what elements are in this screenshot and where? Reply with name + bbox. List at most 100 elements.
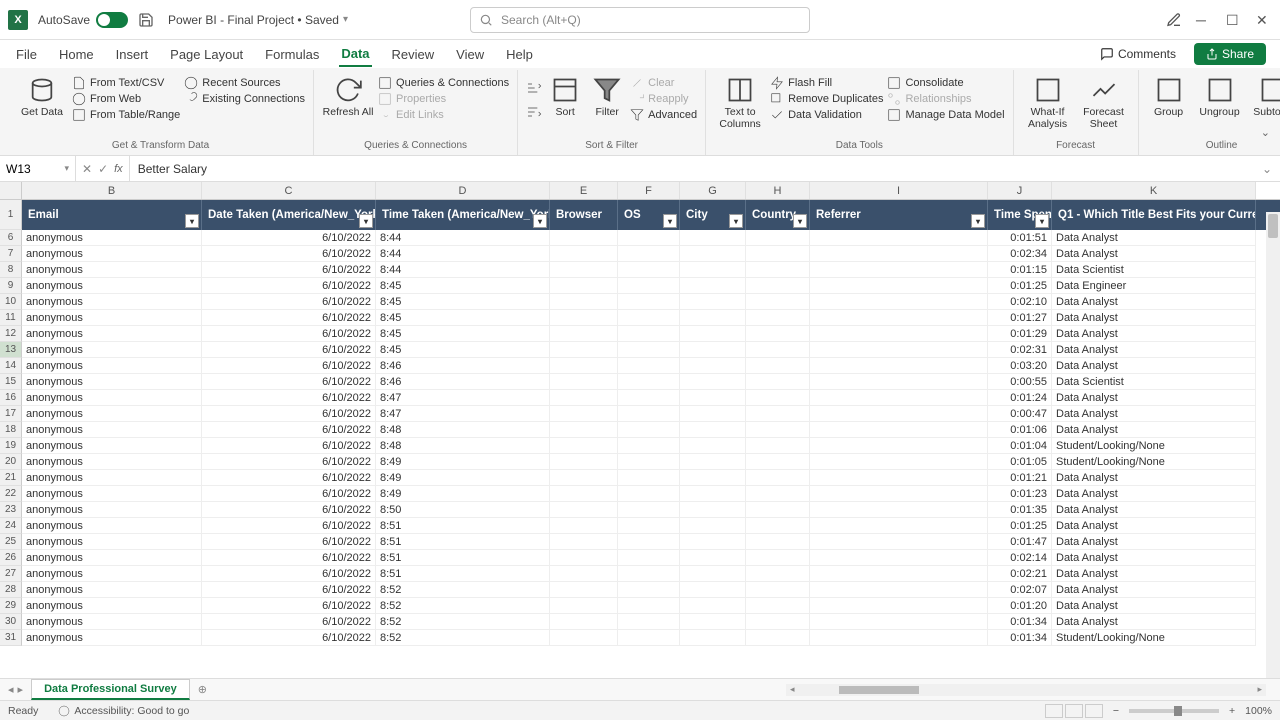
- recent-sources-button[interactable]: Recent Sources: [184, 76, 305, 90]
- cell-date[interactable]: 6/10/2022: [202, 278, 376, 294]
- cell-country[interactable]: [746, 582, 810, 598]
- cell-city[interactable]: [680, 406, 746, 422]
- cell-time[interactable]: 8:47: [376, 406, 550, 422]
- cell-referrer[interactable]: [810, 358, 988, 374]
- cell-browser[interactable]: [550, 374, 618, 390]
- cell-time[interactable]: 8:50: [376, 502, 550, 518]
- cell-city[interactable]: [680, 278, 746, 294]
- cell-referrer[interactable]: [810, 390, 988, 406]
- cell-time-spent[interactable]: 0:01:04: [988, 438, 1052, 454]
- doc-title-dropdown-icon[interactable]: ▾: [343, 14, 348, 25]
- cell-browser[interactable]: [550, 534, 618, 550]
- table-row[interactable]: 9anonymous6/10/20228:450:01:25Data Engin…: [0, 278, 1280, 294]
- row-header-1[interactable]: 1: [0, 200, 22, 230]
- cell-date[interactable]: 6/10/2022: [202, 598, 376, 614]
- cell-time[interactable]: 8:46: [376, 358, 550, 374]
- filter-dropdown-icon[interactable]: ▾: [1035, 214, 1049, 228]
- cell-browser[interactable]: [550, 422, 618, 438]
- cell-country[interactable]: [746, 534, 810, 550]
- cell-city[interactable]: [680, 310, 746, 326]
- scrollbar-thumb[interactable]: [839, 686, 919, 694]
- cell-country[interactable]: [746, 310, 810, 326]
- cell-q1[interactable]: Data Analyst: [1052, 470, 1256, 486]
- cell-os[interactable]: [618, 246, 680, 262]
- cell-time-spent[interactable]: 0:02:14: [988, 550, 1052, 566]
- cell-country[interactable]: [746, 374, 810, 390]
- cell-os[interactable]: [618, 518, 680, 534]
- cell-os[interactable]: [618, 326, 680, 342]
- cell-date[interactable]: 6/10/2022: [202, 326, 376, 342]
- cell-os[interactable]: [618, 406, 680, 422]
- cell-referrer[interactable]: [810, 294, 988, 310]
- cell-date[interactable]: 6/10/2022: [202, 246, 376, 262]
- cell-time-spent[interactable]: 0:01:25: [988, 518, 1052, 534]
- th-time-spent[interactable]: Time Spent▾: [988, 200, 1052, 230]
- cell-browser[interactable]: [550, 278, 618, 294]
- cell-city[interactable]: [680, 326, 746, 342]
- row-header[interactable]: 26: [0, 550, 22, 566]
- name-box[interactable]: W13 ▾: [0, 156, 76, 181]
- cell-city[interactable]: [680, 566, 746, 582]
- cell-q1[interactable]: Data Analyst: [1052, 518, 1256, 534]
- cell-os[interactable]: [618, 422, 680, 438]
- cell-os[interactable]: [618, 534, 680, 550]
- cell-os[interactable]: [618, 470, 680, 486]
- cell-email[interactable]: anonymous: [22, 566, 202, 582]
- cell-email[interactable]: anonymous: [22, 390, 202, 406]
- minimize-button[interactable]: ─: [1196, 12, 1212, 28]
- cell-date[interactable]: 6/10/2022: [202, 502, 376, 518]
- cell-os[interactable]: [618, 582, 680, 598]
- cell-country[interactable]: [746, 470, 810, 486]
- table-row[interactable]: 16anonymous6/10/20228:470:01:24Data Anal…: [0, 390, 1280, 406]
- cell-os[interactable]: [618, 294, 680, 310]
- cell-q1[interactable]: Data Scientist: [1052, 374, 1256, 390]
- cell-email[interactable]: anonymous: [22, 358, 202, 374]
- cell-referrer[interactable]: [810, 278, 988, 294]
- row-header[interactable]: 17: [0, 406, 22, 422]
- cell-city[interactable]: [680, 294, 746, 310]
- cell-time-spent[interactable]: 0:01:29: [988, 326, 1052, 342]
- cell-time[interactable]: 8:44: [376, 262, 550, 278]
- table-row[interactable]: 20anonymous6/10/20228:490:01:05Student/L…: [0, 454, 1280, 470]
- cell-email[interactable]: anonymous: [22, 374, 202, 390]
- cell-time-spent[interactable]: 0:01:15: [988, 262, 1052, 278]
- table-row[interactable]: 8anonymous6/10/20228:440:01:15Data Scien…: [0, 262, 1280, 278]
- tab-data[interactable]: Data: [339, 42, 371, 67]
- filter-button[interactable]: Filter: [588, 72, 626, 118]
- cell-date[interactable]: 6/10/2022: [202, 534, 376, 550]
- cell-referrer[interactable]: [810, 550, 988, 566]
- cell-date[interactable]: 6/10/2022: [202, 614, 376, 630]
- cell-country[interactable]: [746, 422, 810, 438]
- maximize-button[interactable]: ☐: [1226, 12, 1242, 28]
- cell-time[interactable]: 8:49: [376, 470, 550, 486]
- table-row[interactable]: 24anonymous6/10/20228:510:01:25Data Anal…: [0, 518, 1280, 534]
- zoom-in-icon[interactable]: +: [1229, 705, 1235, 717]
- cell-city[interactable]: [680, 518, 746, 534]
- cell-browser[interactable]: [550, 614, 618, 630]
- cell-time-spent[interactable]: 0:03:20: [988, 358, 1052, 374]
- cell-country[interactable]: [746, 566, 810, 582]
- cell-email[interactable]: anonymous: [22, 630, 202, 646]
- cell-time-spent[interactable]: 0:01:35: [988, 502, 1052, 518]
- cell-city[interactable]: [680, 374, 746, 390]
- cell-city[interactable]: [680, 454, 746, 470]
- table-row[interactable]: 14anonymous6/10/20228:460:03:20Data Anal…: [0, 358, 1280, 374]
- cell-date[interactable]: 6/10/2022: [202, 566, 376, 582]
- cell-browser[interactable]: [550, 630, 618, 646]
- cell-email[interactable]: anonymous: [22, 470, 202, 486]
- formula-input[interactable]: Better Salary: [130, 162, 1254, 176]
- row-header[interactable]: 23: [0, 502, 22, 518]
- cell-country[interactable]: [746, 502, 810, 518]
- ungroup-button[interactable]: Ungroup: [1195, 72, 1245, 118]
- cell-date[interactable]: 6/10/2022: [202, 518, 376, 534]
- cell-date[interactable]: 6/10/2022: [202, 390, 376, 406]
- row-header[interactable]: 7: [0, 246, 22, 262]
- cell-time-spent[interactable]: 0:01:25: [988, 278, 1052, 294]
- cell-os[interactable]: [618, 390, 680, 406]
- cell-time-spent[interactable]: 0:02:07: [988, 582, 1052, 598]
- what-if-analysis-button[interactable]: What-If Analysis: [1022, 72, 1074, 130]
- cell-q1[interactable]: Data Analyst: [1052, 502, 1256, 518]
- cell-email[interactable]: anonymous: [22, 598, 202, 614]
- cell-q1[interactable]: Data Analyst: [1052, 230, 1256, 246]
- cell-date[interactable]: 6/10/2022: [202, 630, 376, 646]
